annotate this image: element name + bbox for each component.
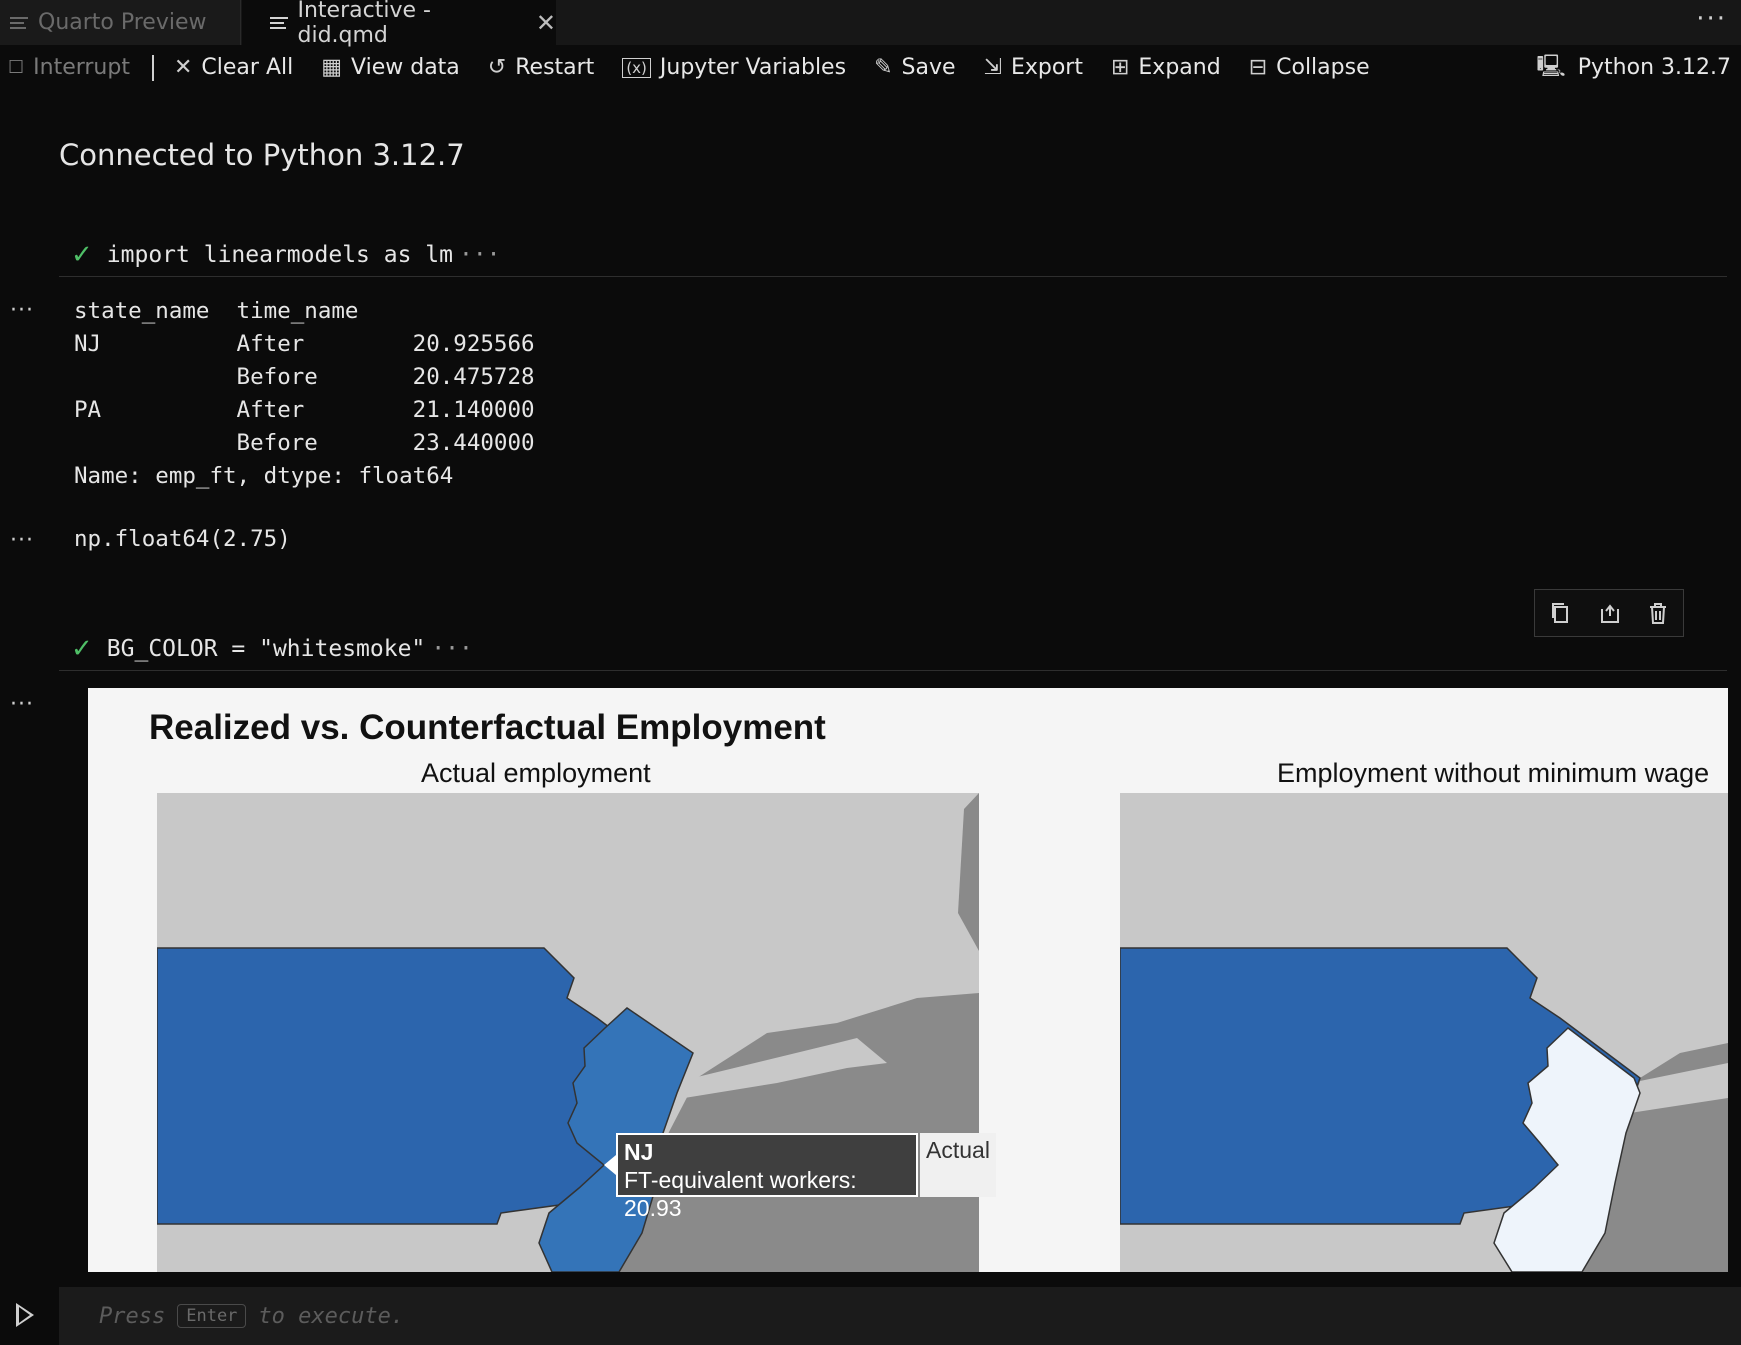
- view-data-button[interactable]: ▦ View data: [321, 55, 460, 80]
- code-input[interactable]: Press Enter to execute.: [59, 1287, 1741, 1345]
- trash-icon[interactable]: [1647, 601, 1669, 625]
- interactive-toolbar: ☐ Interrupt ✕ Clear All ▦ View data ↺ Re…: [0, 45, 1741, 90]
- tab-interactive-did[interactable]: Interactive - did.qmd ✕: [242, 0, 556, 48]
- variables-icon: (x): [622, 57, 651, 78]
- input-bar: Press Enter to execute.: [0, 1287, 1741, 1345]
- tab-label: Interactive - did.qmd: [297, 0, 431, 48]
- output-row: NJ After 20.925566: [74, 331, 535, 357]
- connection-message: Connected to Python 3.12.7: [59, 138, 465, 172]
- clear-all-button[interactable]: ✕ Clear All: [174, 55, 293, 80]
- table-icon: ▦: [321, 55, 343, 80]
- more-actions-icon[interactable]: ···: [1696, 4, 1727, 34]
- close-icon: ✕: [173, 55, 193, 80]
- stop-square-icon: ☐: [8, 57, 25, 78]
- kernel-picker[interactable]: 🖳 Python 3.12.7: [1536, 45, 1731, 90]
- server-icon: 🖳: [1536, 53, 1566, 79]
- interrupt-button[interactable]: ☐ Interrupt: [8, 55, 130, 80]
- file-lines-icon: [270, 16, 288, 29]
- scalar-output: np.float64(2.75): [74, 526, 291, 552]
- subplot-title-actual: Actual employment: [421, 758, 651, 788]
- export-button[interactable]: ⇲ Export: [984, 55, 1083, 80]
- expand-icon: ⊞: [1110, 55, 1130, 80]
- series-output: state_name time_name NJ After 20.925566 B…: [74, 295, 535, 493]
- output-row: Before 20.475728: [74, 364, 535, 390]
- close-icon[interactable]: ✕: [536, 9, 556, 37]
- export-icon: ⇲: [983, 55, 1002, 80]
- subplot-title-counterfactual: Employment without minimum wage: [1277, 758, 1710, 788]
- input-placeholder-prefix: Press: [99, 1303, 166, 1329]
- restart-button[interactable]: ↺ Restart: [488, 55, 595, 80]
- expand-label: Expand: [1138, 55, 1221, 80]
- save-button[interactable]: ✎ Save: [874, 55, 955, 80]
- code-cell-header[interactable]: ✓ BG_COLOR = "whitesmoke" ···: [59, 628, 1727, 671]
- tab-quarto-preview[interactable]: Quarto Preview: [0, 0, 241, 45]
- checkmark-icon: ✓: [71, 240, 93, 270]
- checkmark-icon: ✓: [71, 634, 93, 664]
- save-label: Save: [901, 55, 956, 80]
- save-icon: ✎: [874, 55, 893, 80]
- export-label: Export: [1010, 55, 1083, 80]
- collapse-button[interactable]: ⊟ Collapse: [1249, 55, 1370, 80]
- clear-all-label: Clear All: [201, 55, 294, 80]
- collapse-icon: ⊟: [1248, 55, 1268, 80]
- enter-key-hint: Enter: [177, 1304, 247, 1328]
- interrupt-label: Interrupt: [33, 55, 130, 80]
- tooltip-trace-label: Actual: [920, 1133, 996, 1197]
- restart-icon: ↺: [487, 55, 507, 80]
- kernel-label: Python 3.12.7: [1577, 55, 1731, 80]
- output-actions-icon[interactable]: ···: [10, 298, 34, 323]
- code-cell-header[interactable]: ✓ import linearmodels as lm ···: [59, 234, 1727, 277]
- cell-code-preview: BG_COLOR = "whitesmoke" ···: [106, 636, 473, 662]
- collapse-label: Collapse: [1276, 55, 1370, 80]
- tab-bar: Quarto Preview Interactive - did.qmd ✕ ·…: [0, 0, 1741, 48]
- output-actions-icon[interactable]: ···: [10, 692, 34, 717]
- jupyter-variables-button[interactable]: (x) Jupyter Variables: [622, 55, 846, 80]
- file-lines-icon: [10, 16, 28, 29]
- restart-label: Restart: [515, 55, 595, 80]
- tooltip-arrow: [604, 1155, 616, 1175]
- run-play-icon[interactable]: [16, 1303, 34, 1327]
- output-actions-icon[interactable]: ···: [10, 528, 34, 553]
- output-row: Before 23.440000: [74, 430, 535, 456]
- figure-title: Realized vs. Counterfactual Employment: [149, 708, 826, 747]
- cell-code-preview: import linearmodels as lm ···: [106, 242, 501, 268]
- view-data-label: View data: [351, 55, 460, 80]
- map-figure: Realized vs. Counterfactual Employment A…: [88, 688, 1728, 1272]
- output-footer: Name: emp_ft, dtype: float64: [74, 463, 454, 489]
- tab-label: Quarto Preview: [38, 10, 207, 35]
- tooltip-region-name: NJ: [624, 1139, 654, 1165]
- output-row: PA After 21.140000: [74, 397, 535, 423]
- copy-icon[interactable]: [1549, 601, 1571, 625]
- jupyter-variables-label: Jupyter Variables: [659, 55, 847, 80]
- expand-button[interactable]: ⊞ Expand: [1111, 55, 1221, 80]
- tooltip-value: FT-equivalent workers: 20.93: [624, 1167, 857, 1221]
- input-placeholder-suffix: to execute.: [258, 1303, 405, 1329]
- map-tooltip: NJ FT-equivalent workers: 20.93: [616, 1133, 918, 1221]
- output-header: state_name time_name: [74, 298, 359, 324]
- map-counterfactual: [1120, 793, 1728, 1272]
- toolbar-divider: [151, 54, 154, 81]
- goto-code-icon[interactable]: [1598, 601, 1620, 625]
